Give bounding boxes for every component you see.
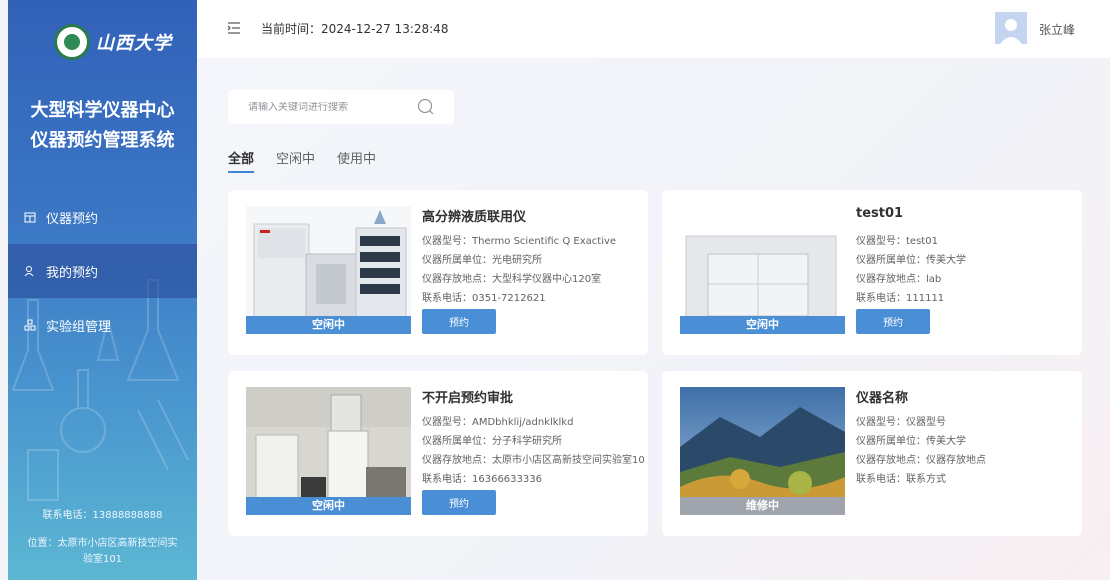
instrument-location: 仪器存放地点：大型科学仪器中心120室: [422, 274, 602, 285]
instrument-phone: 联系电话：0351-7212621: [422, 293, 546, 304]
book-button[interactable]: 预约: [856, 309, 930, 334]
avatar[interactable]: [995, 12, 1027, 44]
instrument-unit: 仪器所属单位：分子科学研究所: [422, 436, 562, 447]
search-icon[interactable]: [416, 97, 436, 117]
instrument-unit: 仪器所属单位：光电研究所: [422, 255, 542, 266]
sidebar-item-label: 实验组管理: [46, 319, 112, 335]
search-box: [228, 90, 454, 124]
instrument-location: 仪器存放地点：lab: [856, 274, 942, 285]
instrument-phone: 联系电话：111111: [856, 293, 945, 304]
instrument-model: 仪器型号：仪器型号: [856, 417, 946, 428]
instrument-model: 仪器型号：Thermo Scientific Q Exactive: [422, 236, 617, 247]
contact-phone: 联系电话：13888888888: [42, 510, 163, 521]
avatar-person-icon: [995, 12, 1027, 44]
instrument-photo: [246, 387, 411, 515]
book-button[interactable]: 预约: [422, 490, 496, 515]
sidebar-item-label: 我的预约: [46, 265, 99, 281]
sidebar: 山西大学 大型科学仪器中心 仪器预约管理系统 仪器预约 我的预约 实验组管理 联…: [8, 0, 197, 580]
instrument-model: 仪器型号：AMDbhklij/adnklklkd: [422, 417, 574, 428]
status-badge: 空闲中: [680, 316, 845, 334]
sidebar-item-my-bookings[interactable]: 我的预约: [8, 244, 197, 298]
top-header: 当前时间：2024-12-27 13:28:48 张立峰: [197, 0, 1110, 58]
instrument-unit: 仪器所属单位：传美大学: [856, 436, 966, 447]
system-title: 大型科学仪器中心 仪器预约管理系统: [8, 96, 197, 156]
instrument-info: 仪器型号：Thermo Scientific Q Exactive 仪器所属单位…: [422, 232, 644, 308]
menu-fold-icon[interactable]: [227, 21, 241, 35]
tab-in-use[interactable]: 使用中: [337, 148, 376, 173]
instrument-name: test01: [856, 206, 904, 221]
system-title-line1: 大型科学仪器中心: [30, 100, 175, 121]
user-icon: [24, 266, 34, 277]
tab-all[interactable]: 全部: [228, 148, 255, 173]
sidebar-item-instrument-booking[interactable]: 仪器预约: [8, 190, 197, 244]
status-badge: 空闲中: [246, 316, 411, 334]
sidebar-item-lab-group[interactable]: 实验组管理: [8, 298, 197, 352]
instrument-model: 仪器型号：test01: [856, 236, 938, 247]
sidebar-nav: 仪器预约 我的预约 实验组管理: [8, 190, 197, 352]
instrument-info: 仪器型号：AMDbhklij/adnklklkd 仪器所属单位：分子科学研究所 …: [422, 413, 644, 489]
instrument-card[interactable]: 维修中 仪器名称 仪器型号：仪器型号 仪器所属单位：传美大学 仪器存放地点：仪器…: [662, 371, 1082, 536]
instrument-photo: [246, 206, 411, 334]
instrument-card[interactable]: 空闲中 高分辨液质联用仪 仪器型号：Thermo Scientific Q Ex…: [228, 190, 648, 355]
instrument-location: 仪器存放地点：仪器存放地点: [856, 455, 986, 466]
main-content: 全部 空闲中 使用中 空闲中 高分辨液质联用仪 仪器型号：Th: [197, 58, 1110, 580]
sidebar-item-label: 仪器预约: [46, 211, 99, 227]
location-line1: 位置：太原市小店区高新技空间实: [27, 538, 178, 549]
status-tabs: 全部 空闲中 使用中: [228, 148, 376, 173]
instrument-phone: 联系电话：16366633336: [422, 474, 542, 485]
tab-idle[interactable]: 空闲中: [276, 148, 315, 173]
instrument-name: 高分辨液质联用仪: [422, 210, 527, 225]
instrument-name: 仪器名称: [856, 391, 909, 406]
instrument-info: 仪器型号：test01 仪器所属单位：传美大学 仪器存放地点：lab 联系电话：…: [856, 232, 1078, 308]
university-seal-icon: [54, 24, 90, 60]
status-badge: 维修中: [680, 497, 845, 515]
status-badge: 空闲中: [246, 497, 411, 515]
instrument-location: 仪器存放地点：太原市小店区高新技空间实验室101: [422, 455, 644, 466]
instrument-card[interactable]: 空闲中 不开启预约审批 仪器型号：AMDbhklij/adnklklkd 仪器所…: [228, 371, 648, 536]
university-logo: 山西大学: [54, 24, 172, 60]
location-text: 位置：太原市小店区高新技空间实 验室101: [8, 536, 197, 568]
instrument-phone: 联系电话：联系方式: [856, 474, 946, 485]
username[interactable]: 张立峰: [1039, 21, 1075, 38]
university-wordmark: 山西大学: [96, 33, 172, 54]
book-button[interactable]: 预约: [422, 309, 496, 334]
instrument-photo: [680, 206, 845, 334]
instrument-name: 不开启预约审批: [422, 391, 514, 406]
search-input[interactable]: [248, 101, 398, 113]
instrument-photo: [680, 387, 845, 515]
instrument-unit: 仪器所属单位：传美大学: [856, 255, 966, 266]
group-icon: [24, 319, 36, 331]
current-time: 当前时间：2024-12-27 13:28:48: [261, 22, 449, 36]
instrument-info: 仪器型号：仪器型号 仪器所属单位：传美大学 仪器存放地点：仪器存放地点 联系电话…: [856, 413, 1078, 489]
instrument-card[interactable]: 空闲中 test01 仪器型号：test01 仪器所属单位：传美大学 仪器存放地…: [662, 190, 1082, 355]
location-line2: 验室101: [82, 554, 123, 565]
system-title-line2: 仪器预约管理系统: [30, 130, 175, 151]
calendar-grid-icon: [24, 212, 36, 223]
